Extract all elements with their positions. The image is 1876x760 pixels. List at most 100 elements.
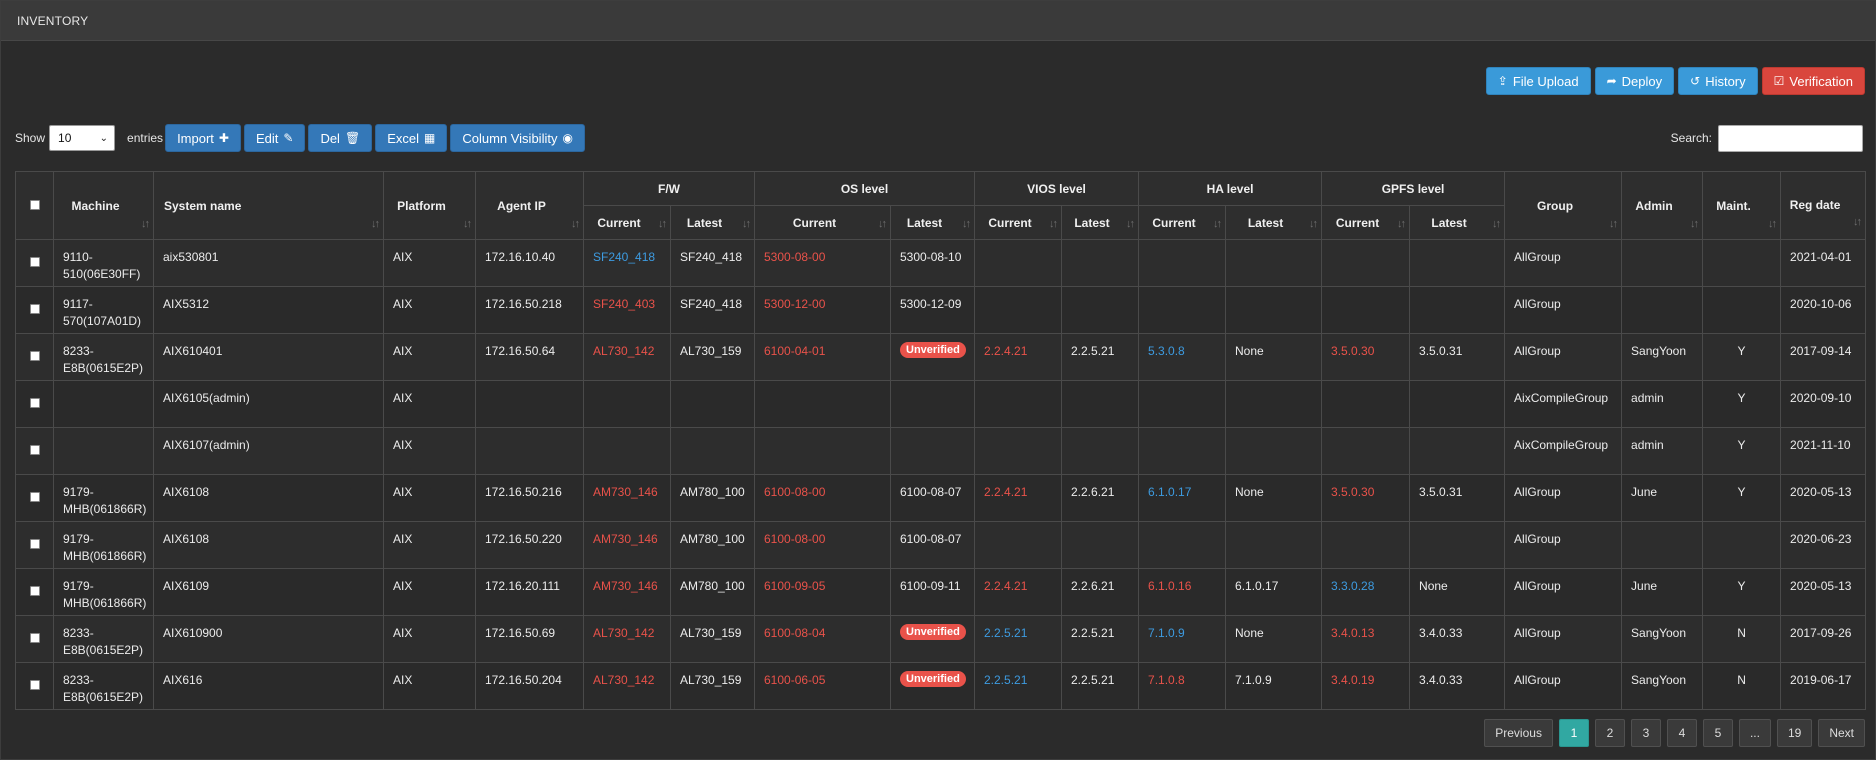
page-3-button[interactable]: 3 (1630, 719, 1661, 747)
entries-select[interactable]: 10 ⌄ (49, 125, 116, 151)
cell-system-name-text: AIX6109 (163, 579, 210, 593)
cell-machine-text: 9110-510(06E30FF) (63, 250, 141, 281)
next-page-button[interactable]: Next (1818, 719, 1865, 747)
history-button[interactable]: ↺ History (1678, 67, 1758, 95)
row-checkbox[interactable] (29, 351, 40, 361)
col-gpfs-current[interactable]: Current ↓↑ (1321, 205, 1411, 240)
cell-ha-latest: 7.1.0.9 (1225, 662, 1323, 710)
cell-agent-ip: 172.16.20.111 (475, 568, 584, 616)
cell-platform-text: AIX (393, 438, 413, 452)
verification-button[interactable]: ☑ Verification (1761, 67, 1865, 95)
table-row[interactable]: 8233-E8B(0615E2P) AIX610900 AIX 172.16.50.6… (15, 615, 1867, 663)
cell-system-name-text: AIX616 (163, 673, 203, 687)
col-os-current[interactable]: Current ↓↑ (754, 205, 891, 240)
table-row[interactable]: AIX6107(admin) AIX AixCompileGroup admin Y 20… (15, 427, 1867, 475)
col-maint[interactable]: Maint. ↓↑ (1702, 171, 1782, 240)
cell-reg-date: 2020-10-06 (1780, 286, 1867, 334)
row-checkbox[interactable] (29, 680, 40, 690)
cell-vios-current (974, 521, 1062, 569)
table-row[interactable]: 8233-E8B(0615E2P) AIX610401 AIX 172.16.50.6… (15, 333, 1867, 381)
deploy-button[interactable]: ➦ Deploy (1594, 67, 1675, 95)
cell-os-current (754, 427, 891, 475)
col-ha-current[interactable]: Current ↓↑ (1138, 205, 1227, 240)
search-input[interactable] (1718, 124, 1863, 152)
col-fw-latest[interactable]: Latest ↓↑ (670, 205, 755, 240)
top-action-bar: ⇪ File Upload ➦ Deploy ↺ History ☑ Verif… (1485, 67, 1865, 95)
cell-fw-current: SF240_403 (583, 286, 671, 334)
col-platform[interactable]: Platform ↓↑ (383, 171, 476, 240)
row-checkbox[interactable] (29, 257, 40, 267)
cell-reg-date-text: 2020-06-23 (1790, 532, 1852, 546)
delete-label: Del (320, 130, 340, 146)
table-row[interactable]: 9179-MHB(061866R) AIX6109 AIX 172.16.20.111… (15, 568, 1867, 616)
edit-label: Edit (255, 130, 279, 146)
cell-platform-text: AIX (393, 297, 413, 311)
cell-vios-latest: 2.2.6.21 (1060, 568, 1140, 616)
col-agent-ip[interactable]: Agent IP ↓↑ (475, 171, 584, 240)
row-checkbox[interactable] (29, 539, 40, 549)
page-19-button[interactable]: 19 (1776, 719, 1813, 747)
page-2-button[interactable]: 2 (1594, 719, 1625, 747)
cell-system-name: AIX6107(admin) (153, 427, 384, 475)
col-vios-current[interactable]: Current ↓↑ (974, 205, 1062, 240)
cell-reg-date-text: 2020-05-13 (1790, 485, 1852, 499)
row-checkbox[interactable] (29, 304, 40, 314)
col-fw-current[interactable]: Current ↓↑ (583, 205, 671, 240)
table-row[interactable]: 9110-510(06E30FF) aix530801 AIX 172.16.10.4… (15, 239, 1867, 287)
cell-ha-latest: 6.1.0.17 (1225, 568, 1323, 616)
row-checkbox[interactable] (29, 398, 40, 408)
row-checkbox[interactable] (29, 492, 40, 502)
col-machine[interactable]: Machine ↓↑ (53, 171, 154, 240)
cell-fw-current: AM730_146 (583, 521, 671, 569)
col-reg-date[interactable]: Reg date ↓↑ (1780, 171, 1867, 240)
table-row[interactable]: 9179-MHB(061866R) AIX6108 AIX 172.16.50.220… (15, 521, 1867, 569)
cell-fw-current-text: AM730_146 (593, 579, 658, 593)
cell-os-current: 6100-08-04 (754, 615, 891, 663)
cell-system-name-text: AIX5312 (163, 297, 210, 311)
column-visibility-button[interactable]: Column Visibility ◉ (450, 124, 585, 152)
cell-os-latest-text: 5300-12-09 (900, 297, 962, 311)
cell-gpfs-current: 3.5.0.30 (1321, 333, 1411, 381)
row-checkbox[interactable] (29, 445, 40, 455)
col-os-latest[interactable]: Latest ↓↑ (890, 205, 975, 240)
col-group[interactable]: Group ↓↑ (1504, 171, 1623, 240)
table-row[interactable]: 8233-E8B(0615E2P) AIX616 AIX 172.16.50.204 A… (15, 662, 1867, 710)
page-5-button[interactable]: 5 (1702, 719, 1733, 747)
share-icon: ➦ (1606, 74, 1617, 88)
import-button[interactable]: Import ✚ (165, 124, 241, 152)
col-vios-latest[interactable]: Latest ↓↑ (1060, 205, 1140, 240)
cell-gpfs-current: 3.3.0.28 (1321, 568, 1411, 616)
col-group-os-level: OS level (754, 171, 975, 206)
col-system-name[interactable]: System name ↓↑ (153, 171, 384, 240)
table-row[interactable]: 9117-570(107A01D) AIX5312 AIX 172.16.50.218… (15, 286, 1867, 334)
excel-button[interactable]: Excel ▦ (375, 124, 448, 152)
delete-button[interactable]: Del 🗑 (308, 124, 373, 152)
select-all-checkbox[interactable] (29, 199, 40, 210)
cell-group-text: AllGroup (1514, 344, 1561, 358)
cell-machine: 9179-MHB(061866R) (53, 521, 154, 569)
edit-button[interactable]: Edit ✎ (243, 124, 306, 152)
table-row[interactable]: AIX6105(admin) AIX AixCompileGroup admin Y 20… (15, 380, 1867, 428)
cell-os-latest: 6100-08-07 (890, 521, 975, 569)
cell-reg-date: 2021-04-01 (1780, 239, 1867, 287)
cell-ha-latest-text: 7.1.0.9 (1235, 673, 1272, 687)
table-row[interactable]: 9179-MHB(061866R) AIX6108 AIX 172.16.50.216… (15, 474, 1867, 522)
cell-ha-current (1138, 521, 1227, 569)
file-upload-button[interactable]: ⇪ File Upload (1485, 67, 1591, 95)
page-4-button[interactable]: 4 (1666, 719, 1697, 747)
row-select-cell (15, 474, 54, 522)
row-checkbox[interactable] (29, 633, 40, 643)
cell-vios-current: 2.2.4.21 (974, 568, 1062, 616)
inventory-table: Machine ↓↑ System name ↓↑ Platform ↓↑ Agent… (15, 171, 1867, 710)
cell-machine-text: 8233-E8B(0615E2P) (63, 626, 144, 657)
previous-page-button[interactable]: Previous (1484, 719, 1553, 747)
col-ha-latest[interactable]: Latest ↓↑ (1225, 205, 1323, 240)
row-checkbox[interactable] (29, 586, 40, 596)
col-admin[interactable]: Admin ↓↑ (1621, 171, 1704, 240)
chevron-down-icon: ⌄ (99, 132, 109, 144)
col-gpfs-latest[interactable]: Latest ↓↑ (1409, 205, 1506, 240)
page-1-button[interactable]: 1 (1558, 719, 1589, 747)
cell-agent-ip-text: 172.16.50.204 (485, 673, 562, 687)
cell-machine (53, 427, 154, 475)
sort-icon: ↓↑ (1126, 218, 1135, 230)
